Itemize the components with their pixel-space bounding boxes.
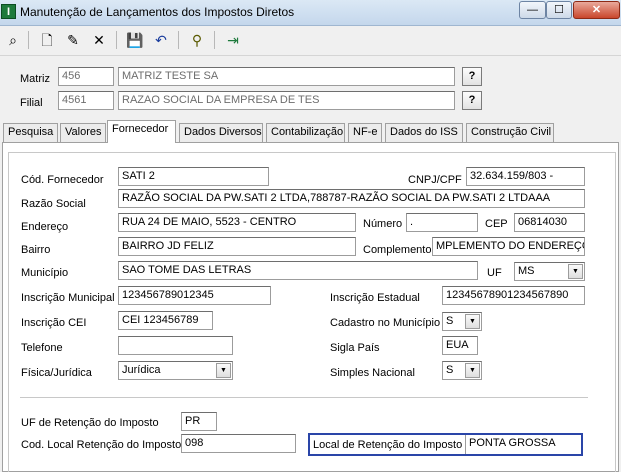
tab-pesquisa[interactable]: Pesquisa	[3, 123, 58, 142]
fisica-juridica-label: Física/Jurídica	[21, 367, 92, 379]
municipio-label: Município	[21, 267, 69, 279]
chevron-down-icon[interactable]: ▼	[465, 363, 480, 378]
simples-nacional-select[interactable]: S ▼	[442, 361, 482, 380]
uf-value: MS	[518, 265, 535, 277]
filial-label: Filial	[20, 97, 43, 109]
bairro-field[interactable]: BAIRRO JD FELIZ	[118, 237, 356, 256]
complemento-label: Complemento	[363, 244, 432, 256]
tab-contabilizacao[interactable]: Contabilização	[266, 123, 345, 142]
cadastro-municipio-label: Cadastro no Município	[330, 317, 441, 329]
filial-lookup-button[interactable]: ?	[462, 91, 482, 110]
telefone-field[interactable]	[118, 336, 233, 355]
toolbar-separator	[28, 31, 29, 49]
tab-fornecedor[interactable]: Fornecedor	[107, 120, 176, 143]
filial-code-field[interactable]: 4561	[58, 91, 114, 110]
endereco-label: Endereço	[21, 221, 69, 233]
uf-retencao-field[interactable]: PR	[181, 412, 217, 431]
cod-fornecedor-label: Cód. Fornecedor	[21, 174, 104, 186]
fisica-juridica-value: Jurídica	[122, 364, 161, 376]
matriz-label: Matriz	[20, 73, 50, 85]
chevron-down-icon[interactable]: ▼	[465, 314, 480, 329]
cod-local-retencao-field[interactable]: 098	[181, 434, 296, 453]
tab-construcao-civil[interactable]: Construção Civil	[466, 123, 554, 142]
binoculars-icon[interactable]: ⌕	[2, 29, 24, 51]
toolbar: ⌕ 🗋 ✎ ✕ 💾 ↶ ⚲ ⇥	[0, 26, 621, 56]
sigla-pais-label: Sigla País	[330, 342, 380, 354]
simples-nacional-value: S	[446, 364, 454, 376]
close-button[interactable]: ✕	[573, 1, 620, 19]
complemento-field[interactable]: MPLEMENTO DO ENDEREÇO,8	[432, 237, 585, 256]
matriz-code-field[interactable]: 456	[58, 67, 114, 86]
tab-valores[interactable]: Valores	[60, 123, 106, 142]
minimize-button[interactable]: —	[519, 1, 546, 19]
cnpj-label: CNPJ/CPF	[408, 174, 462, 186]
toolbar-separator	[178, 31, 179, 49]
tab-nfe[interactable]: NF-e	[348, 123, 382, 142]
title-bar: I Manutenção de Lançamentos dos Impostos…	[0, 0, 621, 26]
matriz-name-field[interactable]: MATRIZ TESTE SA	[118, 67, 455, 86]
divider	[20, 397, 588, 398]
window-title: Manutenção de Lançamentos dos Impostos D…	[20, 5, 295, 19]
filial-name-field[interactable]: RAZAO SOCIAL DA EMPRESA DE TES	[118, 91, 455, 110]
edit-icon[interactable]: ✎	[62, 29, 84, 51]
numero-label: Número	[363, 218, 403, 230]
uf-label: UF	[487, 267, 502, 279]
fisica-juridica-select[interactable]: Jurídica ▼	[118, 361, 233, 380]
exit-icon[interactable]: ⇥	[222, 29, 244, 51]
cep-field[interactable]: 06814030	[514, 213, 585, 232]
cod-local-retencao-label: Cod. Local Retenção do Imposto	[21, 439, 182, 451]
toolbar-separator	[116, 31, 117, 49]
cadastro-municipio-value: S	[446, 315, 454, 327]
insc-cei-label: Inscrição CEI	[21, 317, 87, 329]
simples-nacional-label: Simples Nacional	[330, 367, 415, 379]
local-retencao-label: Local de Retenção do Imposto	[313, 439, 463, 451]
filter-icon[interactable]: ⚲	[186, 29, 208, 51]
insc-estadual-label: Inscrição Estadual	[330, 292, 420, 304]
uf-select[interactable]: MS ▼	[514, 262, 585, 281]
municipio-field[interactable]: SAO TOME DAS LETRAS	[118, 261, 478, 280]
toolbar-separator	[214, 31, 215, 49]
delete-icon[interactable]: ✕	[88, 29, 110, 51]
insc-municipal-field[interactable]: 123456789012345	[118, 286, 271, 305]
endereco-field[interactable]: RUA 24 DE MAIO, 5523 - CENTRO	[118, 213, 356, 232]
chevron-down-icon[interactable]: ▼	[568, 264, 583, 279]
undo-icon[interactable]: ↶	[150, 29, 172, 51]
insc-estadual-field[interactable]: 1234567890123456789​0	[442, 286, 585, 305]
chevron-down-icon[interactable]: ▼	[216, 363, 231, 378]
maximize-button[interactable]: ☐	[546, 1, 572, 19]
insc-cei-field[interactable]: CEI 123456789	[118, 311, 213, 330]
new-record-icon[interactable]: 🗋	[36, 29, 58, 51]
tab-dados-diversos[interactable]: Dados Diversos	[179, 123, 263, 142]
cod-fornecedor-field[interactable]: SATI 2	[118, 167, 269, 186]
razao-social-label: Razão Social	[21, 198, 86, 210]
telefone-label: Telefone	[21, 342, 63, 354]
cnpj-field[interactable]: 32.634.159/803 -	[466, 167, 585, 186]
cadastro-municipio-select[interactable]: S ▼	[442, 312, 482, 331]
insc-municipal-label: Inscrição Municipal	[21, 292, 115, 304]
app-icon: I	[1, 4, 16, 19]
razao-social-field[interactable]: RAZÃO SOCIAL DA PW.SATI 2 LTDA,788787-RA…	[118, 189, 585, 208]
local-retencao-field[interactable]: PONTA GROSSA	[465, 435, 581, 454]
numero-field[interactable]: .	[406, 213, 478, 232]
save-icon[interactable]: 💾	[124, 29, 146, 51]
uf-retencao-label: UF de Retenção do Imposto	[21, 417, 159, 429]
bairro-label: Bairro	[21, 244, 51, 256]
matriz-lookup-button[interactable]: ?	[462, 67, 482, 86]
tab-dados-iss[interactable]: Dados do ISS	[385, 123, 463, 142]
sigla-pais-field[interactable]: EUA	[442, 336, 478, 355]
cep-label: CEP	[485, 218, 508, 230]
